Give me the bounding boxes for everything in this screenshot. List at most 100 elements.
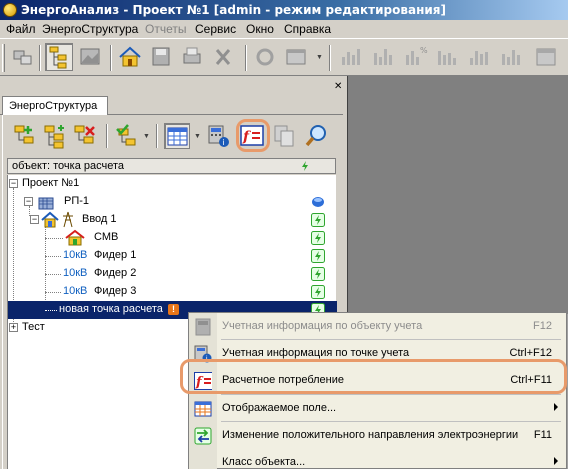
chart-button-5[interactable]: [496, 43, 524, 71]
collapse-toggle[interactable]: −: [9, 179, 18, 188]
table-icon: [194, 401, 212, 417]
house-icon: [65, 229, 85, 246]
menu-help[interactable]: Справка: [284, 22, 331, 36]
view-options-dropdown[interactable]: ▼: [316, 54, 324, 61]
direction-arrows-icon: [194, 427, 212, 445]
tree-item-label: РП-1: [64, 195, 90, 207]
menu-item-label: Учетная информация по точке учета: [222, 347, 410, 359]
menu-file[interactable]: Файл: [6, 22, 36, 36]
search-button[interactable]: [304, 123, 330, 149]
print-button[interactable]: [178, 43, 206, 71]
app-icon: [3, 3, 17, 17]
tree-connector: [45, 256, 61, 257]
view-options-button[interactable]: [282, 43, 310, 71]
add-child-icon: [14, 125, 34, 144]
transmission-tower-icon: [63, 211, 73, 228]
lightning-status-icon: [311, 249, 325, 263]
calculated-consumption-highlight: [180, 359, 567, 394]
object-header-label: объект: точка расчета: [12, 160, 125, 172]
chart-button-4[interactable]: [464, 43, 492, 71]
menu-window[interactable]: Окно: [246, 22, 274, 36]
network-icon: [13, 50, 32, 65]
chart-button-3[interactable]: [432, 43, 460, 71]
menu-item-display-field[interactable]: Отображаемое поле...: [189, 395, 566, 421]
add-sibling-icon: [44, 125, 64, 149]
menu-item-label: Отображаемое поле...: [222, 402, 337, 414]
toolbar-grip[interactable]: [2, 44, 5, 72]
menu-item-shortcut: Ctrl+F12: [509, 347, 553, 359]
tree-item-rp1[interactable]: − РП-1: [8, 193, 337, 211]
collapse-toggle[interactable]: −: [30, 215, 39, 224]
collapse-toggle[interactable]: −: [24, 197, 33, 206]
toolbar-separator: [39, 45, 41, 71]
menu-item-object-class[interactable]: Класс объекта...: [189, 449, 566, 469]
voltage-label: 10кВ: [63, 267, 88, 279]
percent-chart-icon: %: [406, 46, 428, 65]
tree-item-label: Тест: [22, 321, 45, 333]
voltage-label: 10кВ: [63, 249, 88, 261]
chart-button-2[interactable]: [368, 43, 396, 71]
connect-button[interactable]: [8, 43, 36, 71]
tree-item-label: Фидер 2: [94, 267, 137, 279]
calendar-icon: [536, 48, 556, 66]
menu-service[interactable]: Сервис: [195, 22, 236, 36]
lightning-status-icon: [311, 213, 325, 227]
point-info-button[interactable]: i: [206, 123, 232, 149]
tree-item-input1[interactable]: − Ввод 1: [8, 211, 337, 229]
tree-item-feeder2[interactable]: 10кВ Фидер 2: [8, 265, 337, 283]
chart-button-1[interactable]: [336, 43, 364, 71]
calendar-button[interactable]: [532, 43, 560, 71]
save-icon: [152, 47, 170, 66]
menu-item-label: Класс объекта...: [222, 456, 306, 468]
chart-percent-button[interactable]: %: [400, 43, 428, 71]
bar-chart-icon: [438, 51, 456, 65]
menu-item-object-accounting-info[interactable]: Учетная информация по объекту учета F12: [189, 313, 566, 339]
substation-icon: [38, 197, 54, 210]
bar-chart-icon: [342, 49, 360, 65]
toolbar-separator: [156, 124, 158, 148]
copy-points-button[interactable]: [272, 123, 298, 149]
voltage-label: 10кВ: [63, 285, 88, 297]
home-button[interactable]: [116, 43, 144, 71]
menu-item-shortcut: F11: [533, 429, 552, 441]
tree-item-feeder1[interactable]: 10кВ Фидер 1: [8, 247, 337, 265]
svg-text:%: %: [420, 46, 428, 55]
tree-item-feeder3[interactable]: 10кВ Фидер 3: [8, 283, 337, 301]
panel-close-icon[interactable]: ✕: [334, 82, 343, 92]
excel-export-button[interactable]: [209, 43, 237, 71]
check-structure-dropdown[interactable]: ▼: [143, 133, 151, 140]
menu-item-shortcut: F12: [533, 320, 552, 332]
tree-item-project[interactable]: − Проект №1: [8, 175, 337, 193]
tree-item-label: Фидер 1: [94, 249, 137, 261]
tab-energy-structure[interactable]: ЭнергоСтруктура: [2, 96, 108, 115]
expand-toggle[interactable]: +: [9, 323, 18, 332]
save-button[interactable]: [147, 43, 175, 71]
menu-item-label: Изменение положительного направления эле…: [222, 429, 519, 441]
add-node-button[interactable]: [12, 123, 38, 149]
image-view-button[interactable]: [76, 43, 104, 71]
delete-node-button[interactable]: [72, 123, 98, 149]
toolbar-separator: [329, 45, 331, 71]
submenu-arrow-icon: [554, 403, 558, 411]
bar-chart-icon: [502, 50, 520, 65]
bar-chart-icon: [470, 51, 488, 65]
print-icon: [183, 47, 201, 64]
meter-disabled-icon: [195, 318, 211, 336]
add-sibling-button[interactable]: [42, 123, 68, 149]
toolbar-separator: [106, 124, 108, 148]
menu-item-change-direction[interactable]: Изменение положительного направления эле…: [189, 422, 566, 448]
refresh-button[interactable]: [251, 43, 279, 71]
lightning-status-icon: [311, 231, 325, 245]
warning-badge: !: [168, 304, 179, 315]
check-structure-button[interactable]: [114, 123, 140, 149]
table-view-button[interactable]: [164, 123, 190, 149]
check-tree-icon: [116, 124, 136, 146]
tree-item-smv[interactable]: СМВ: [8, 229, 337, 247]
picture-icon: [80, 48, 100, 65]
structure-tree-button[interactable]: [45, 43, 73, 71]
tree-item-label: новая точка расчета: [59, 303, 163, 315]
menu-energy-structure[interactable]: ЭнергоСтруктура: [42, 22, 138, 36]
table-view-dropdown[interactable]: ▼: [194, 133, 202, 140]
menu-reports[interactable]: Отчеты: [145, 22, 186, 36]
main-toolbar: ▼ %: [0, 38, 568, 76]
